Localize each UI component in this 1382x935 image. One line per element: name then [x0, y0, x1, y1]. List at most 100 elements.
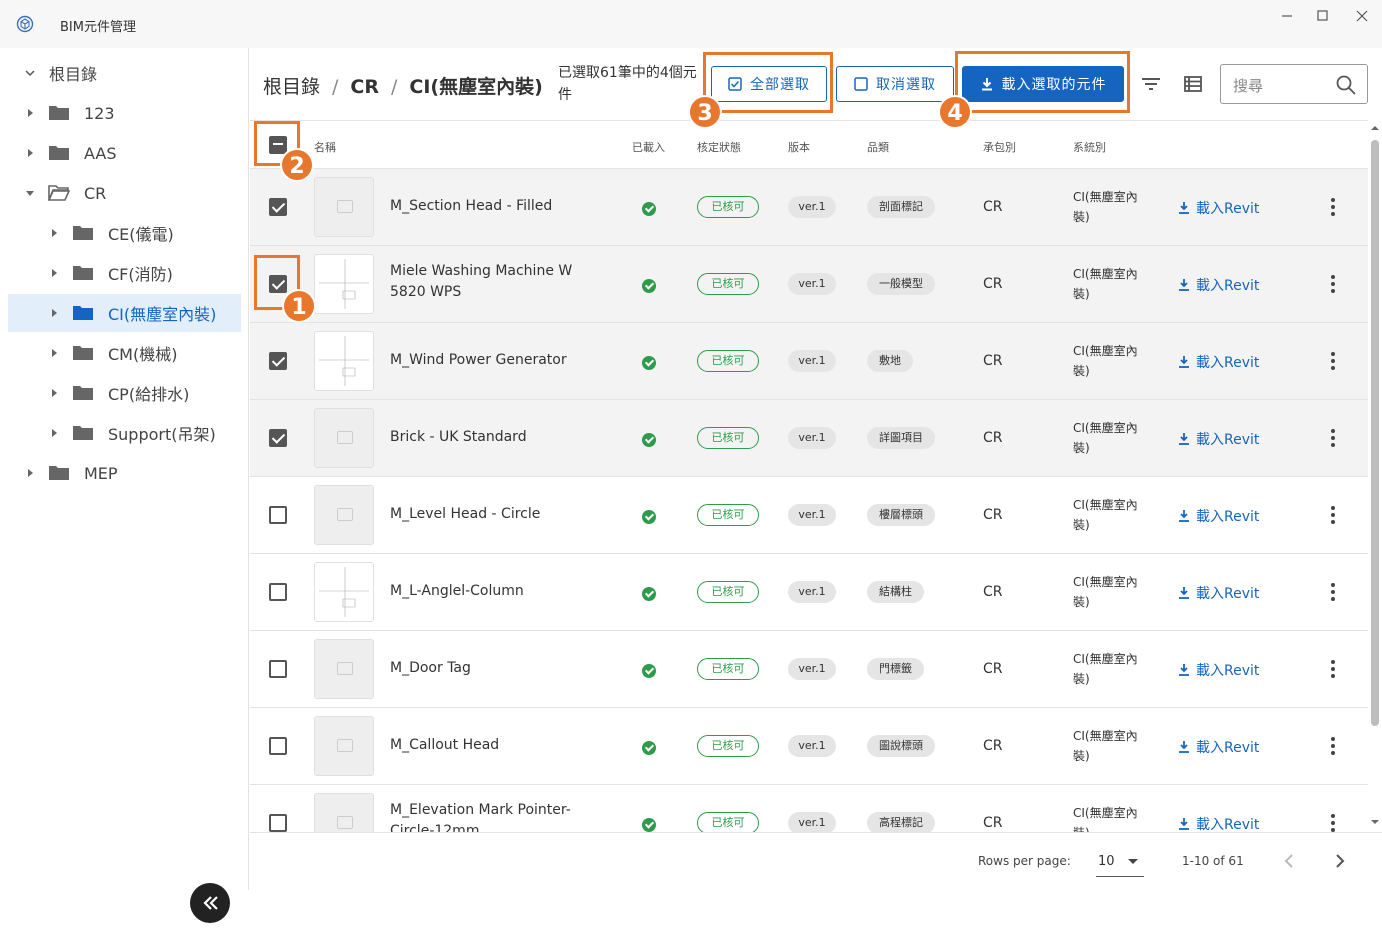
table-row[interactable]: Miele Washing Machine W 5820 WPS 已核可 ver.1…	[250, 246, 1368, 323]
category-chip: 圖說標頭	[867, 735, 935, 757]
column-header-status[interactable]: 核定狀態	[697, 139, 741, 155]
version-chip: ver.1	[788, 581, 836, 603]
tree-item[interactable]: AAS	[8, 134, 241, 172]
row-checkbox[interactable]	[269, 198, 287, 216]
rows-per-page-label: Rows per page:	[978, 854, 1071, 868]
contractor-cell: CR	[983, 738, 1003, 754]
category-chip: 結構柱	[867, 581, 924, 603]
more-options-icon[interactable]	[1328, 275, 1338, 293]
row-checkbox[interactable]	[269, 506, 287, 524]
load-revit-link[interactable]: 載入Revit	[1178, 429, 1259, 449]
load-revit-link[interactable]: 載入Revit	[1178, 814, 1259, 832]
breadcrumb-root[interactable]: 根目錄	[263, 76, 320, 98]
folder-icon	[49, 146, 69, 160]
load-revit-link[interactable]: 載入Revit	[1178, 352, 1259, 372]
tree-item[interactable]: 根目錄	[8, 54, 241, 92]
search-icon[interactable]	[1335, 74, 1357, 96]
contractor-cell: CR	[983, 661, 1003, 677]
breadcrumb: 根目錄 / CR / CI(無塵室內裝)	[263, 72, 543, 99]
minimize-icon[interactable]	[1277, 6, 1297, 26]
more-options-icon[interactable]	[1328, 429, 1338, 447]
search-input[interactable]: 搜尋	[1220, 64, 1368, 104]
row-checkbox[interactable]	[269, 352, 287, 370]
deselect-button[interactable]: 取消選取	[836, 66, 954, 102]
component-name: M_Callout Head	[390, 737, 500, 753]
column-header-system[interactable]: 系統別	[1073, 139, 1106, 155]
table-row[interactable]: M_Elevation Mark Pointer-Circle-12mm 已核可 v…	[250, 785, 1368, 832]
system-cell: CI(無塵室內裝)	[1073, 652, 1138, 686]
more-options-icon[interactable]	[1328, 814, 1338, 832]
tree-item[interactable]: 123	[8, 94, 241, 132]
column-header-category[interactable]: 品類	[867, 139, 889, 155]
more-options-icon[interactable]	[1328, 737, 1338, 755]
load-revit-link[interactable]: 載入Revit	[1178, 737, 1259, 757]
column-header-name[interactable]: 名稱	[314, 139, 336, 155]
download-icon	[1179, 741, 1189, 753]
page-range: 1-10 of 61	[1182, 854, 1244, 868]
caret-right-icon[interactable]	[24, 107, 36, 119]
tree-item-label: AAS	[84, 143, 117, 163]
row-checkbox[interactable]	[269, 583, 287, 601]
row-checkbox[interactable]	[269, 660, 287, 678]
table-row[interactable]: M_L-Anglel-Column 已核可 ver.1 結構柱 CR CI(無塵室內裝) 載…	[250, 554, 1368, 631]
table-row[interactable]: M_Callout Head 已核可 ver.1 圖說標頭 CR CI(無塵室內裝) 載入R…	[250, 708, 1368, 785]
component-thumbnail	[314, 254, 374, 314]
column-header-contractor[interactable]: 承包別	[983, 139, 1016, 155]
row-checkbox[interactable]	[269, 429, 287, 447]
load-revit-link[interactable]: 載入Revit	[1178, 275, 1259, 295]
title-bar: BIM元件管理	[0, 0, 1382, 48]
more-options-icon[interactable]	[1328, 198, 1338, 216]
filter-icon[interactable]	[1139, 72, 1163, 96]
previous-page-button[interactable]	[1278, 849, 1302, 873]
more-options-icon[interactable]	[1328, 352, 1338, 370]
load-revit-link[interactable]: 載入Revit	[1178, 660, 1259, 680]
row-checkbox[interactable]	[269, 737, 287, 755]
download-icon	[1179, 356, 1189, 368]
load-revit-link[interactable]: 載入Revit	[1178, 506, 1259, 526]
scroll-down-icon[interactable]	[1370, 818, 1380, 826]
table-row[interactable]: M_Wind Power Generator 已核可 ver.1 敷地 CR CI(無塵室…	[250, 323, 1368, 400]
rows-per-page-select[interactable]: 10	[1096, 845, 1144, 877]
component-name: Brick - UK Standard	[390, 429, 527, 445]
breadcrumb-cr[interactable]: CR	[350, 76, 379, 98]
more-options-icon[interactable]	[1328, 583, 1338, 601]
load-revit-label: 載入Revit	[1196, 740, 1260, 756]
app-logo-icon	[16, 15, 34, 33]
loaded-check-icon	[642, 587, 656, 601]
load-revit-link[interactable]: 載入Revit	[1178, 583, 1259, 603]
list-view-icon[interactable]	[1181, 72, 1205, 96]
scrollbar-thumb[interactable]	[1371, 140, 1379, 726]
load-revit-label: 載入Revit	[1196, 355, 1260, 371]
more-options-icon[interactable]	[1328, 506, 1338, 524]
version-chip: ver.1	[788, 504, 836, 526]
status-chip: 已核可	[697, 812, 759, 832]
load-revit-label: 載入Revit	[1196, 278, 1260, 294]
table-row[interactable]: M_Level Head - Circle 已核可 ver.1 樓層標頭 CR CI(無塵…	[250, 477, 1368, 554]
more-options-icon[interactable]	[1328, 660, 1338, 678]
close-icon[interactable]	[1352, 6, 1372, 26]
column-header-loaded[interactable]: 已載入	[632, 139, 665, 155]
loaded-check-icon	[642, 202, 656, 216]
table-row[interactable]: M_Section Head - Filled 已核可 ver.1 剖面標記 CR CI(…	[250, 169, 1368, 246]
highlight-box-select-all	[703, 52, 833, 113]
component-name: M_Section Head - Filled	[390, 198, 553, 214]
scroll-up-icon[interactable]	[1370, 124, 1380, 132]
deselect-label: 取消選取	[876, 77, 936, 93]
table-row[interactable]: Brick - UK Standard 已核可 ver.1 詳圖項目 CR CI(無塵室內…	[250, 400, 1368, 477]
collapse-sidebar-button[interactable]	[190, 883, 230, 923]
caret-down-icon[interactable]	[24, 67, 36, 79]
next-page-button[interactable]	[1327, 849, 1351, 873]
breadcrumb-separator: /	[391, 76, 398, 98]
component-thumbnail	[314, 485, 374, 545]
load-revit-link[interactable]: 載入Revit	[1178, 198, 1259, 218]
row-checkbox[interactable]	[269, 814, 287, 832]
maximize-icon[interactable]	[1312, 6, 1332, 26]
version-chip: ver.1	[788, 812, 836, 832]
category-chip: 詳圖項目	[867, 427, 935, 449]
column-header-version[interactable]: 版本	[788, 139, 810, 155]
system-cell: CI(無塵室內裝)	[1073, 806, 1138, 832]
caret-right-icon[interactable]	[24, 147, 36, 159]
category-chip: 剖面標記	[867, 196, 935, 218]
table-row[interactable]: M_Door Tag 已核可 ver.1 門標籤 CR CI(無塵室內裝) 載入Revit	[250, 631, 1368, 708]
status-chip: 已核可	[697, 735, 759, 757]
